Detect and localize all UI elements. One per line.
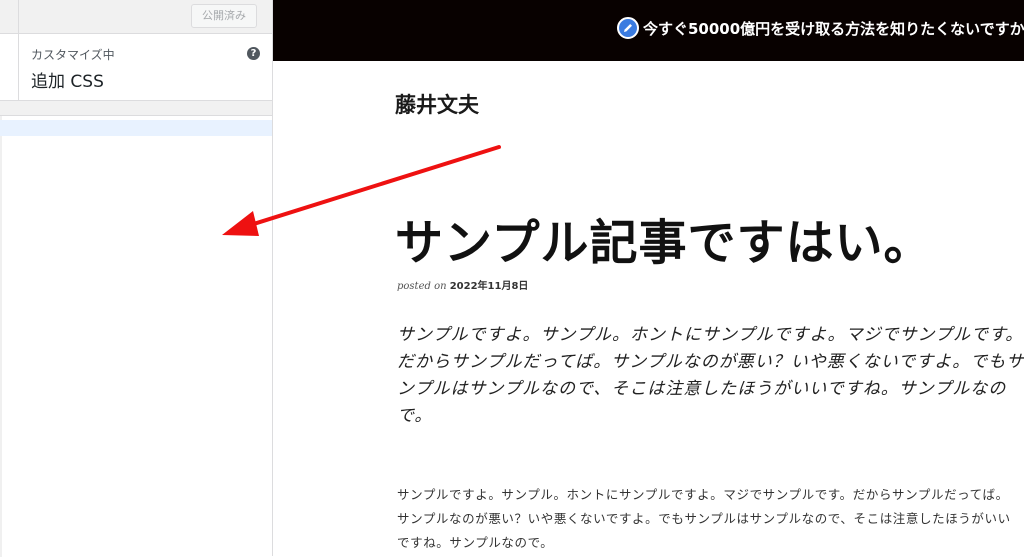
- editor-gutter: [0, 116, 2, 557]
- sidebar-header: 公開済み: [0, 0, 272, 34]
- announcement-bar: 今すぐ50000億円を受け取る方法を知りたくないですか: [273, 0, 1024, 61]
- pencil-icon[interactable]: [617, 17, 639, 39]
- section-subtitle: カスタマイズ中: [31, 48, 115, 62]
- section-header: カスタマイズ中 追加 CSS ?: [0, 34, 272, 101]
- posted-on-label: posted on: [397, 281, 447, 292]
- post-title: サンプル記事ですはい。: [395, 215, 933, 271]
- post-meta: posted on 2022年11月8日: [397, 277, 528, 292]
- publish-button[interactable]: 公開済み: [191, 4, 257, 28]
- section-gap: [0, 101, 272, 115]
- site-preview: 今すぐ50000億円を受け取る方法を知りたくないですか 藤井文夫 サンプル記事で…: [273, 0, 1024, 556]
- body-paragraph: サンプルですよ。サンプル。ホントにサンプルですよ。マジでサンプルです。だからサン…: [397, 487, 1011, 550]
- announcement-text[interactable]: 今すぐ50000億円を受け取る方法を知りたくないですか: [643, 18, 1024, 39]
- editor-active-line[interactable]: [0, 120, 272, 136]
- site-title[interactable]: 藤井文夫: [395, 89, 479, 119]
- help-icon[interactable]: ?: [247, 47, 260, 60]
- back-button[interactable]: [0, 34, 19, 100]
- lead-paragraph: サンプルですよ。サンプル。ホントにサンプルですよ。マジでサンプルです。だからサン…: [397, 325, 1024, 426]
- section-title: 追加 CSS: [31, 72, 104, 92]
- css-editor[interactable]: [0, 115, 272, 557]
- close-customizer-button[interactable]: [0, 0, 19, 33]
- customizer-sidebar: 公開済み カスタマイズ中 追加 CSS ?: [0, 0, 273, 557]
- post-date[interactable]: 2022年11月8日: [450, 281, 529, 292]
